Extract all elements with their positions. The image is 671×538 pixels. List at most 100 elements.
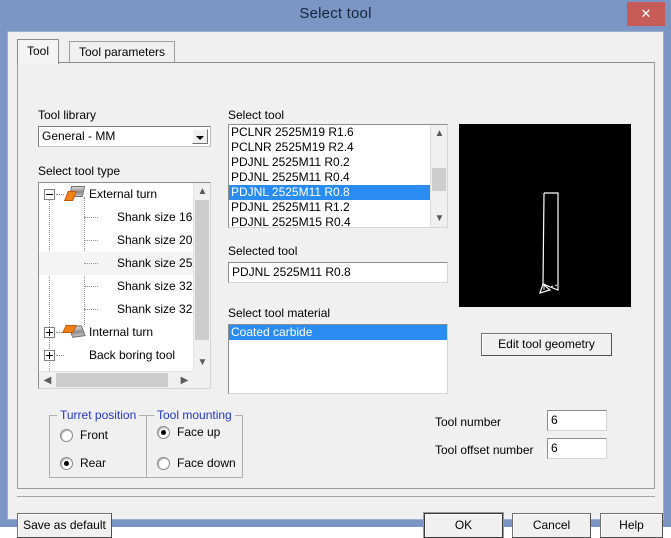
tree-line bbox=[84, 240, 98, 242]
scroll-down-icon[interactable]: ▼ bbox=[194, 354, 210, 371]
tool-preview bbox=[459, 124, 631, 307]
tab-strip: Tool Tool parameters bbox=[17, 39, 655, 64]
select-tool-listbox[interactable]: PCLNR 2525M19 R1.6 PCLNR 2525M19 R2.4 PD… bbox=[228, 124, 448, 228]
tree-node-shank-32x2[interactable]: Shank size 32x2 bbox=[39, 275, 193, 298]
list-item[interactable]: PDJNL 2525M11 R1.2 bbox=[229, 200, 430, 215]
tree-node-shank-20[interactable]: Shank size 20x2 bbox=[39, 229, 193, 252]
external-turn-icon bbox=[63, 186, 86, 202]
tree-line bbox=[56, 194, 64, 196]
select-tool-dialog: Select tool ✕ Tool Tool parameters Tool … bbox=[0, 0, 671, 538]
close-icon[interactable]: ✕ bbox=[627, 2, 665, 26]
internal-turn-icon bbox=[62, 324, 86, 340]
tree-scroll-thumb[interactable] bbox=[195, 200, 209, 340]
scroll-up-icon[interactable]: ▲ bbox=[431, 125, 447, 142]
scroll-down-icon[interactable]: ▼ bbox=[431, 210, 447, 227]
tree-node-label: Internal turn bbox=[89, 325, 154, 339]
chevron-down-icon[interactable] bbox=[192, 129, 208, 144]
scroll-right-icon[interactable]: ▶ bbox=[176, 372, 193, 388]
list-item[interactable]: PCLNR 2525M19 R2.4 bbox=[229, 140, 430, 155]
list-item[interactable]: PDJNL 2525M11 R0.2 bbox=[229, 155, 430, 170]
radio-icon-selected bbox=[157, 426, 170, 439]
tool-type-tree[interactable]: External turn Shank size 16x1 Shank size… bbox=[38, 182, 211, 389]
tree-node-external-turn[interactable]: External turn bbox=[39, 183, 193, 206]
tree-node-back-boring-tool[interactable]: Back boring tool bbox=[39, 344, 193, 367]
tree-node-label: Shank size 20x2 bbox=[117, 233, 193, 247]
save-as-default-button[interactable]: Save as default bbox=[17, 513, 112, 538]
tool-mounting-group: Tool mounting Face up Face down bbox=[146, 408, 243, 478]
tree-node-label: Shank size 32x2 bbox=[117, 279, 193, 293]
tree-expander-minus-icon[interactable] bbox=[44, 189, 55, 200]
radio-label: Face down bbox=[177, 456, 236, 470]
edit-tool-geometry-label: Edit tool geometry bbox=[498, 337, 595, 351]
radio-label: Front bbox=[80, 428, 109, 442]
tab-tool[interactable]: Tool bbox=[17, 39, 60, 64]
list-item-selected[interactable]: Coated carbide bbox=[229, 325, 447, 340]
scrollbar-corner bbox=[193, 371, 210, 388]
selected-tool-field[interactable]: PDJNL 2525M11 R0.8 bbox=[228, 262, 448, 283]
tool-number-label: Tool number bbox=[435, 415, 502, 429]
scroll-left-icon[interactable]: ◀ bbox=[39, 372, 56, 388]
select-tool-list-content: PCLNR 2525M19 R1.6 PCLNR 2525M19 R2.4 PD… bbox=[229, 125, 430, 227]
list-item[interactable]: PDJNL 2525M15 R0.4 bbox=[229, 215, 430, 227]
tab-tool-parameters[interactable]: Tool parameters bbox=[69, 41, 176, 63]
select-tool-material-label: Select tool material bbox=[228, 306, 331, 320]
tree-node-shank-32x3[interactable]: Shank size 32x3 bbox=[39, 298, 193, 321]
selected-tool-label: Selected tool bbox=[228, 244, 298, 258]
dialog-client-area: Tool Tool parameters Tool library Genera… bbox=[7, 31, 664, 538]
radio-label: Rear bbox=[80, 456, 107, 470]
list-item[interactable]: PDJNL 2525M11 R0.4 bbox=[229, 170, 430, 185]
tree-node-label: Shank size 16x1 bbox=[117, 210, 193, 224]
tree-line bbox=[84, 263, 98, 265]
tool-mounting-title: Tool mounting bbox=[154, 408, 235, 422]
title-bar[interactable]: Select tool ✕ bbox=[0, 0, 671, 31]
tree-line bbox=[56, 355, 64, 357]
tool-library-value: General - MM bbox=[42, 129, 116, 143]
select-tool-label: Select tool bbox=[228, 108, 285, 122]
tree-node-label: External turn bbox=[89, 187, 158, 201]
cancel-label: Cancel bbox=[532, 518, 571, 532]
tool-material-listbox[interactable]: Coated carbide bbox=[228, 324, 448, 394]
ok-button[interactable]: OK bbox=[424, 513, 503, 538]
list-item[interactable]: PCLNR 2525M19 R1.6 bbox=[229, 125, 430, 140]
select-tool-scroll-thumb[interactable] bbox=[432, 168, 446, 191]
tool-library-combobox[interactable]: General - MM bbox=[38, 126, 211, 147]
turret-position-group: Turret position Front Rear bbox=[49, 408, 147, 478]
tree-node-shank-16[interactable]: Shank size 16x1 bbox=[39, 206, 193, 229]
turret-position-title: Turret position bbox=[57, 408, 140, 422]
select-tool-scrollbar[interactable]: ▲ ▼ bbox=[430, 125, 447, 227]
tool-type-tree-content: External turn Shank size 16x1 Shank size… bbox=[39, 183, 193, 371]
tree-node-internal-turn[interactable]: Internal turn bbox=[39, 321, 193, 344]
radio-icon bbox=[60, 429, 73, 442]
tree-line bbox=[84, 286, 98, 288]
tree-node-label: Shank size 32x3 bbox=[117, 302, 193, 316]
save-as-default-label: Save as default bbox=[23, 518, 106, 532]
tool-number-field[interactable]: 6 bbox=[547, 410, 607, 431]
tree-line bbox=[84, 309, 98, 311]
tool-preview-wireframe bbox=[539, 192, 559, 294]
ok-label: OK bbox=[454, 518, 473, 532]
tree-node-label: Back boring tool bbox=[89, 348, 176, 362]
edit-tool-geometry-button[interactable]: Edit tool geometry bbox=[481, 333, 612, 356]
window-title: Select tool bbox=[299, 5, 372, 22]
footer-separator bbox=[17, 496, 655, 497]
radio-icon bbox=[157, 457, 170, 470]
tool-offset-number-label: Tool offset number bbox=[435, 443, 534, 457]
tool-library-label: Tool library bbox=[38, 108, 97, 122]
tree-node-shank-25[interactable]: Shank size 25x2 bbox=[39, 252, 193, 275]
tree-vertical-scrollbar[interactable]: ▲ ▼ bbox=[193, 183, 210, 371]
tree-horizontal-scrollbar[interactable]: ◀ ▶ bbox=[39, 371, 193, 388]
tree-line bbox=[84, 217, 98, 219]
select-tool-type-label: Select tool type bbox=[38, 164, 121, 178]
list-item-selected[interactable]: PDJNL 2525M11 R0.8 bbox=[229, 185, 430, 200]
help-button[interactable]: Help bbox=[600, 513, 663, 538]
tree-hscroll-thumb[interactable] bbox=[56, 373, 168, 387]
tree-expander-plus-icon[interactable] bbox=[44, 327, 55, 338]
radio-label: Face up bbox=[177, 425, 221, 439]
tree-expander-plus-icon[interactable] bbox=[44, 350, 55, 361]
radio-icon-selected bbox=[60, 457, 73, 470]
tool-offset-number-field[interactable]: 6 bbox=[547, 438, 607, 459]
tree-node-label: Shank size 25x2 bbox=[117, 256, 193, 270]
cancel-button[interactable]: Cancel bbox=[512, 513, 591, 538]
help-label: Help bbox=[619, 518, 644, 532]
scroll-up-icon[interactable]: ▲ bbox=[194, 183, 210, 200]
